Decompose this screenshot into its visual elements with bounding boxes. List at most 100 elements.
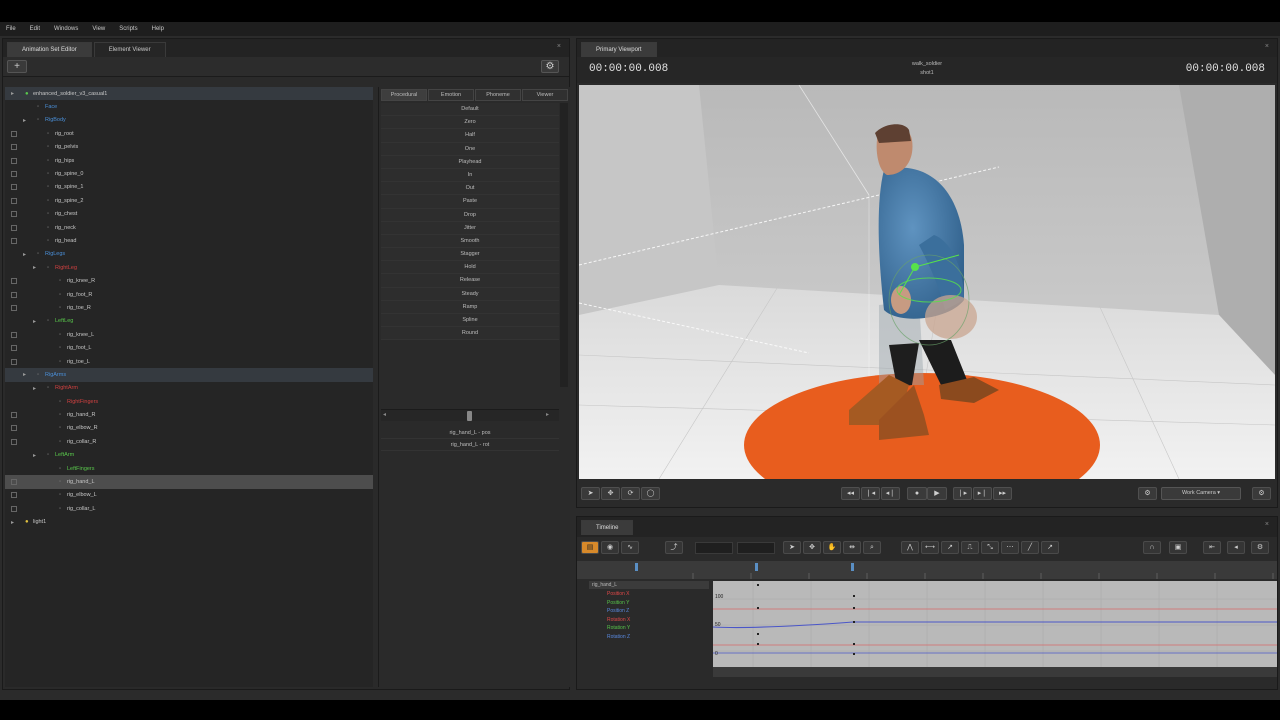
tangent-broken-button[interactable]: ⋯ xyxy=(1001,541,1019,554)
visibility-checkbox[interactable] xyxy=(11,304,17,311)
time-ruler[interactable] xyxy=(577,561,1277,579)
tl-move-button[interactable]: ✥ xyxy=(803,541,821,554)
expand-arrow-icon[interactable]: ▸ xyxy=(23,371,26,378)
procedural-preset-item[interactable]: Drop xyxy=(381,208,559,222)
tree-row[interactable]: ▸ ▫ LeftLeg xyxy=(5,315,373,328)
procedural-preset-item[interactable]: Smooth xyxy=(381,234,559,249)
tab-primary-viewport[interactable]: Primary Viewport xyxy=(581,42,657,57)
visibility-checkbox[interactable] xyxy=(11,171,17,178)
tree-row[interactable]: ▸ ▫ RigBody xyxy=(5,114,373,127)
tree-row[interactable]: ▫ rig_neck xyxy=(5,221,373,234)
expand-arrow-icon[interactable]: ▸ xyxy=(33,385,36,392)
visibility-checkbox[interactable] xyxy=(11,184,17,191)
visibility-checkbox[interactable] xyxy=(11,237,17,244)
tab-procedural[interactable]: Procedural xyxy=(381,89,427,101)
add-animation-set-button[interactable]: + xyxy=(7,60,27,73)
procedural-preset-item[interactable]: Zero xyxy=(381,116,559,130)
visibility-checkbox[interactable] xyxy=(11,438,17,445)
expand-arrow-icon[interactable]: ▸ xyxy=(33,318,36,325)
menu-help[interactable]: Help xyxy=(152,26,164,32)
prev-frame-button[interactable]: ◂❘ xyxy=(881,487,900,500)
tree-row[interactable]: ▸ ● enhanced_soldier_v3_casual1 xyxy=(5,87,373,101)
procedural-blend-slider[interactable]: ◂ ▸ xyxy=(381,409,559,421)
snap-button[interactable]: ∩ xyxy=(1143,541,1161,554)
graph-bottom-ruler[interactable] xyxy=(713,667,1277,677)
visibility-checkbox[interactable] xyxy=(11,479,17,486)
tree-row[interactable]: ▫ Face xyxy=(5,100,373,113)
tree-row[interactable]: ▫ rig_elbow_L xyxy=(5,489,373,502)
prev-key-button[interactable]: ❘◂ xyxy=(861,487,880,500)
procedural-preset-item[interactable]: Round xyxy=(381,327,559,341)
output-item-pos[interactable]: rig_hand_L - pos xyxy=(381,427,559,439)
tree-row[interactable]: ▫ rig_foot_R xyxy=(5,288,373,301)
frame-start-field[interactable] xyxy=(695,542,733,554)
channel-row[interactable]: Rotation Z xyxy=(607,633,630,642)
channel-row[interactable]: Position X xyxy=(607,590,630,599)
visibility-checkbox[interactable] xyxy=(11,211,17,218)
tl-select-button[interactable]: ➤ xyxy=(783,541,801,554)
select-tool-button[interactable]: ➤ xyxy=(581,487,600,500)
procedural-scrollbar[interactable] xyxy=(560,103,568,387)
tree-row[interactable]: ▫ rig_elbow_R xyxy=(5,422,373,435)
key-tool-button[interactable]: ⤴ xyxy=(665,541,683,554)
tree-row[interactable]: ▸ ▫ RightArm xyxy=(5,382,373,395)
tree-row[interactable]: ▫ rig_spine_2 xyxy=(5,194,373,207)
tab-phoneme[interactable]: Phoneme xyxy=(475,89,521,101)
tab-timeline[interactable]: Timeline xyxy=(581,520,634,535)
tree-row[interactable]: ▸ ▫ RightLeg xyxy=(5,261,373,274)
play-button[interactable]: ▶ xyxy=(927,487,947,500)
slider-right-arrow-icon[interactable]: ▸ xyxy=(546,411,549,418)
timeline-close-icon[interactable]: × xyxy=(1265,521,1269,528)
tree-row[interactable]: ▫ rig_collar_L xyxy=(5,502,373,515)
menu-edit[interactable]: Edit xyxy=(30,26,40,32)
tangent-free-button[interactable]: ╱ xyxy=(1021,541,1039,554)
procedural-preset-item[interactable]: Jitter xyxy=(381,221,559,235)
channel-row[interactable]: Position Z xyxy=(607,607,629,616)
timeline-gear-button[interactable]: ⚙ xyxy=(1251,541,1269,554)
tree-row[interactable]: ▫ rig_hips xyxy=(5,154,373,167)
tangent-spline-button[interactable]: ↗ xyxy=(941,541,959,554)
visibility-checkbox[interactable] xyxy=(11,505,17,512)
tl-pan-button[interactable]: ✋ xyxy=(823,541,841,554)
visibility-checkbox[interactable] xyxy=(11,425,17,432)
visibility-checkbox[interactable] xyxy=(11,278,17,285)
expand-arrow-icon[interactable]: ▸ xyxy=(33,452,36,459)
channel-group-header[interactable]: rig_hand_L xyxy=(589,581,709,589)
panel-close-icon[interactable]: × xyxy=(557,43,561,50)
visibility-checkbox[interactable] xyxy=(11,358,17,365)
tree-row[interactable]: ▫ rig_foot_L xyxy=(5,341,373,354)
menu-view[interactable]: View xyxy=(92,26,105,32)
graph-editor-button[interactable]: ∿ xyxy=(621,541,639,554)
next-frame-button[interactable]: ❘▸ xyxy=(953,487,972,500)
procedural-preset-item[interactable]: Half xyxy=(381,129,559,143)
tl-zoom-button[interactable]: ⌕ xyxy=(863,541,881,554)
tree-row[interactable]: ▫ rig_collar_R xyxy=(5,435,373,448)
frame-end-field[interactable] xyxy=(737,542,775,554)
viewport-close-icon[interactable]: × xyxy=(1265,43,1269,50)
visibility-checkbox[interactable] xyxy=(11,224,17,231)
expand-arrow-icon[interactable]: ▸ xyxy=(23,251,26,258)
next-key-button[interactable]: ▸❘ xyxy=(973,487,992,500)
tab-animation-set-editor[interactable]: Animation Set Editor xyxy=(7,42,92,57)
tree-row[interactable]: ▫ rig_hand_R xyxy=(5,408,373,421)
menu-scripts[interactable]: Scripts xyxy=(119,26,137,32)
visibility-checkbox[interactable] xyxy=(11,331,17,338)
procedural-preset-item[interactable]: Hold xyxy=(381,261,559,275)
expand-arrow-icon[interactable]: ▸ xyxy=(11,90,14,97)
tree-row[interactable]: ▫ rig_spine_0 xyxy=(5,167,373,180)
go-start-button[interactable]: ◂◂ xyxy=(841,487,860,500)
tree-row[interactable]: ▫ LeftFingers xyxy=(5,462,373,475)
tree-row[interactable]: ▸ ▫ RigLegs xyxy=(5,248,373,261)
frame-all-button[interactable]: ⇤ xyxy=(1203,541,1221,554)
rotate-tool-button[interactable]: ⟳ xyxy=(621,487,640,500)
tree-row[interactable]: ▫ rig_toe_L xyxy=(5,355,373,368)
tree-row[interactable]: ▫ rig_head xyxy=(5,234,373,247)
tangent-step-button[interactable]: ⎍ xyxy=(961,541,979,554)
procedural-preset-item[interactable]: Ramp xyxy=(381,300,559,314)
camera-dropdown[interactable]: Work Camera ▾ xyxy=(1161,487,1241,500)
tree-row[interactable]: ▫ rig_pelvis xyxy=(5,141,373,154)
expand-arrow-icon[interactable]: ▸ xyxy=(23,117,26,124)
tree-row[interactable]: ▫ rig_toe_R xyxy=(5,301,373,314)
expand-arrow-icon[interactable]: ▸ xyxy=(11,519,14,526)
visibility-checkbox[interactable] xyxy=(11,197,17,204)
